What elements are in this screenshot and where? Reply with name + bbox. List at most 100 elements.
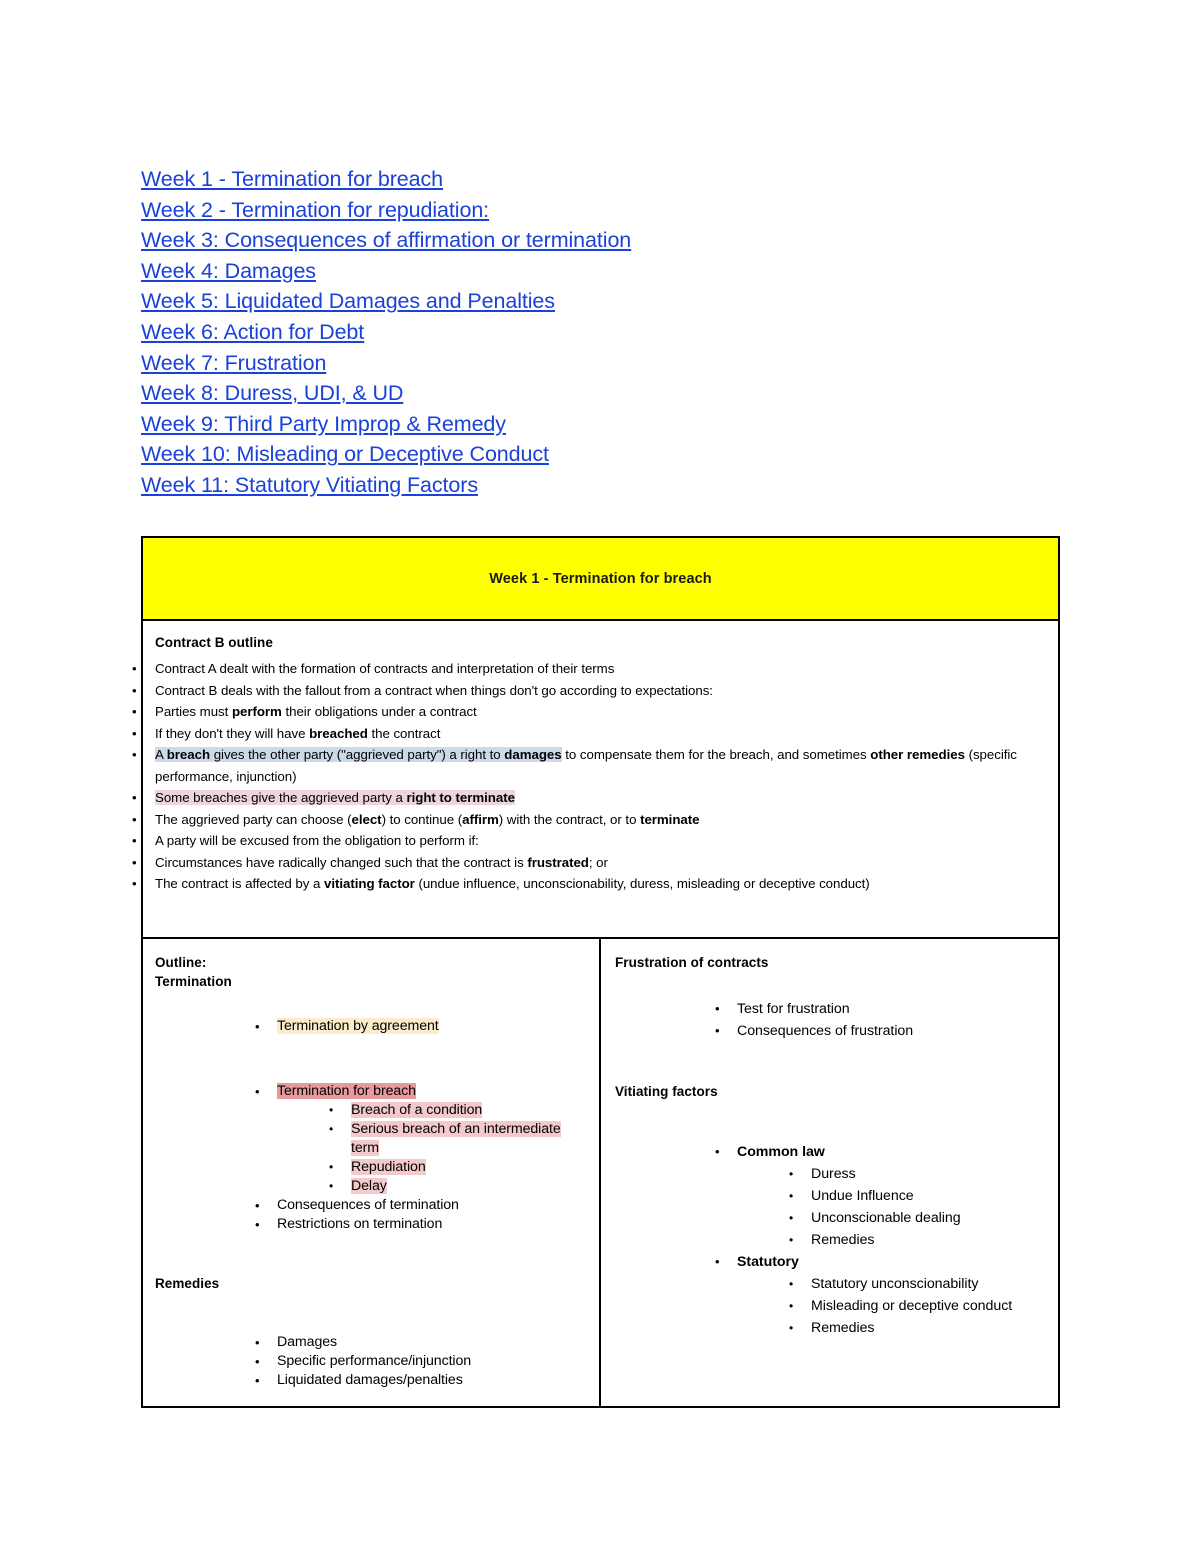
breach-subitems-list: Breach of a condition Serious breach of …: [277, 1101, 589, 1196]
highlight-pink: Some breaches give the aggrieved party a…: [155, 790, 515, 805]
bullet-text: Consequences of termination: [277, 1197, 459, 1213]
bullet-text: Remedies: [811, 1232, 875, 1248]
outline-list-level-1: Contract A dealt with the formation of c…: [132, 658, 1046, 895]
list-item-statutory: Statutory Statutory unconscionability Mi…: [715, 1251, 1048, 1339]
toc-link-week-6[interactable]: Week 6: Action for Debt: [141, 317, 1041, 348]
list-item: Test for frustration: [715, 998, 1048, 1020]
list-item: Circumstances have radically changed suc…: [132, 852, 1046, 874]
bullet-bold: vitiating factor: [324, 876, 415, 891]
list-item-highlighted-rose: Serious breach of an intermediate term: [329, 1120, 589, 1158]
list-item-highlighted-rose: Delay: [329, 1177, 589, 1196]
toc-link-week-10[interactable]: Week 10: Misleading or Deceptive Conduct: [141, 439, 1041, 470]
outline-list-level-3: The aggrieved party can choose (elect) t…: [132, 809, 1046, 831]
outline-list-level-3: Circumstances have radically changed suc…: [132, 852, 1046, 895]
common-law-sublist: Duress Undue Influence Unconscionable de…: [737, 1163, 1048, 1251]
bullet-text: Remedies: [811, 1320, 875, 1336]
bullet-text: Statutory unconscionability: [811, 1276, 979, 1292]
toc-link-week-2[interactable]: Week 2 - Termination for repudiation:: [141, 195, 1041, 226]
toc-link-week-9[interactable]: Week 9: Third Party Improp & Remedy: [141, 409, 1041, 440]
bullet-text: their obligations under a contract: [281, 704, 477, 719]
bullet-bold: breach: [166, 747, 211, 762]
termination-by-agreement-list: Termination by agreement: [155, 1017, 589, 1036]
bullet-text: Duress: [811, 1166, 856, 1182]
left-column-termination: Outline: Termination Termination by agre…: [143, 939, 601, 1406]
bullet-text: Unconscionable dealing: [811, 1210, 961, 1226]
list-item: Remedies: [789, 1317, 1048, 1339]
highlight-cream: Termination by agreement: [277, 1018, 439, 1034]
highlight-rose: Repudiation: [351, 1159, 426, 1175]
bullet-text: gives the other party ("aggrieved party"…: [210, 747, 505, 762]
bullet-text: Circumstances have radically changed suc…: [155, 854, 528, 870]
bullet-bold: frustrated: [527, 854, 589, 870]
bullet-text: The contract is affected by a: [155, 876, 324, 891]
bullet-text: (undue influence, unconscionability, dur…: [414, 876, 870, 891]
list-item-highlighted-rose: Breach of a condition: [329, 1101, 589, 1120]
bullet-text: to compensate them for the breach, and s…: [561, 747, 871, 762]
bullet-text: Specific performance/injunction: [277, 1353, 472, 1369]
list-item: Unconscionable dealing: [789, 1207, 1048, 1229]
list-item: Specific performance/injunction: [255, 1352, 589, 1371]
bullet-text: Liquidated damages/penalties: [277, 1372, 463, 1388]
toc-link-week-3[interactable]: Week 3: Consequences of affirmation or t…: [141, 225, 1041, 256]
bullet-text: Consequences of frustration: [737, 1023, 914, 1039]
toc-link-week-1[interactable]: Week 1 - Termination for breach: [141, 164, 1041, 195]
highlight-rose: Breach of a condition: [351, 1102, 483, 1118]
bullet-text: Contract B deals with the fallout from a…: [155, 682, 713, 698]
toc-link-week-5[interactable]: Week 5: Liquidated Damages and Penalties: [141, 286, 1041, 317]
vitiating-factors-list: Common law Duress Undue Influence Uncons…: [615, 1141, 1048, 1339]
remedies-heading: Remedies: [155, 1276, 220, 1291]
statutory-label: Statutory: [737, 1254, 799, 1270]
outline-columns-row: Outline: Termination Termination by agre…: [143, 939, 1058, 1406]
toc-link-week-4[interactable]: Week 4: Damages: [141, 256, 1041, 287]
bullet-text: ) with the contract, or to: [498, 811, 641, 827]
list-item: Undue Influence: [789, 1185, 1048, 1207]
list-item: Contract B deals with the fallout from a…: [132, 680, 1046, 895]
list-item: Consequences of frustration: [715, 1020, 1048, 1042]
bullet-bold: damages: [504, 747, 562, 762]
bullet-text: the contract: [367, 725, 441, 741]
toc-link-week-8[interactable]: Week 8: Duress, UDI, & UD: [141, 378, 1041, 409]
table-of-contents: Week 1 - Termination for breach Week 2 -…: [141, 164, 1041, 501]
list-item: Statutory unconscionability: [789, 1273, 1048, 1295]
toc-link-week-7[interactable]: Week 7: Frustration: [141, 348, 1041, 379]
bullet-text: ; or: [588, 854, 608, 870]
right-column-frustration-vitiating: Frustration of contracts Test for frustr…: [601, 939, 1058, 1406]
toc-link-week-11[interactable]: Week 11: Statutory Vitiating Factors: [141, 470, 1041, 501]
list-item-highlighted-pink: Some breaches give the aggrieved party a…: [132, 787, 1046, 831]
list-item: Liquidated damages/penalties: [255, 1371, 589, 1390]
bullet-text: Parties must: [155, 704, 232, 719]
bullet-bold: other remedies: [870, 747, 965, 762]
document-page: Week 1 - Termination for breach Week 2 -…: [0, 0, 1200, 1553]
bullet-text: Some breaches give the aggrieved party a: [155, 790, 407, 805]
week-1-banner: Week 1 - Termination for breach: [143, 538, 1058, 621]
highlight-rose: Delay: [351, 1178, 387, 1194]
statutory-sublist: Statutory unconscionability Misleading o…: [737, 1273, 1048, 1339]
list-item: Duress: [789, 1163, 1048, 1185]
list-item-highlighted-salmon: Termination for breach Breach of a condi…: [255, 1082, 589, 1196]
bullet-text: Damages: [277, 1334, 338, 1350]
list-item-highlighted-rose: Repudiation: [329, 1158, 589, 1177]
list-item: Remedies: [789, 1229, 1048, 1251]
termination-for-breach-list: Termination for breach Breach of a condi…: [155, 1082, 589, 1234]
highlight-salmon: Termination for breach: [277, 1083, 416, 1099]
list-item-common-law: Common law Duress Undue Influence Uncons…: [715, 1141, 1048, 1251]
list-item-highlighted-cream: Termination by agreement: [255, 1017, 589, 1036]
bullet-text: Test for frustration: [737, 1001, 850, 1017]
list-item: Damages: [255, 1333, 589, 1352]
bullet-text: If they don't they will have: [155, 725, 310, 741]
bullet-text: A party will be excused from the obligat…: [155, 833, 479, 848]
bullet-bold: breached: [309, 725, 368, 741]
banner-title: Week 1 - Termination for breach: [489, 570, 712, 587]
frustration-heading: Frustration of contracts: [615, 955, 769, 970]
list-item: The aggrieved party can choose (elect) t…: [132, 809, 1046, 831]
list-item: The contract is affected by a vitiating …: [132, 873, 1046, 895]
list-item: Misleading or deceptive conduct: [789, 1295, 1048, 1317]
frustration-list: Test for frustration Consequences of fru…: [615, 998, 1048, 1042]
bullet-bold: terminate: [640, 811, 700, 827]
bullet-bold: perform: [231, 704, 282, 719]
bullet-bold: elect: [351, 811, 382, 827]
common-law-label: Common law: [737, 1144, 825, 1160]
bullet-bold: right to terminate: [406, 790, 515, 805]
bullet-text: Misleading or deceptive conduct: [811, 1298, 1013, 1314]
outline-list-level-2: Parties must perform their obligations u…: [132, 701, 1046, 895]
